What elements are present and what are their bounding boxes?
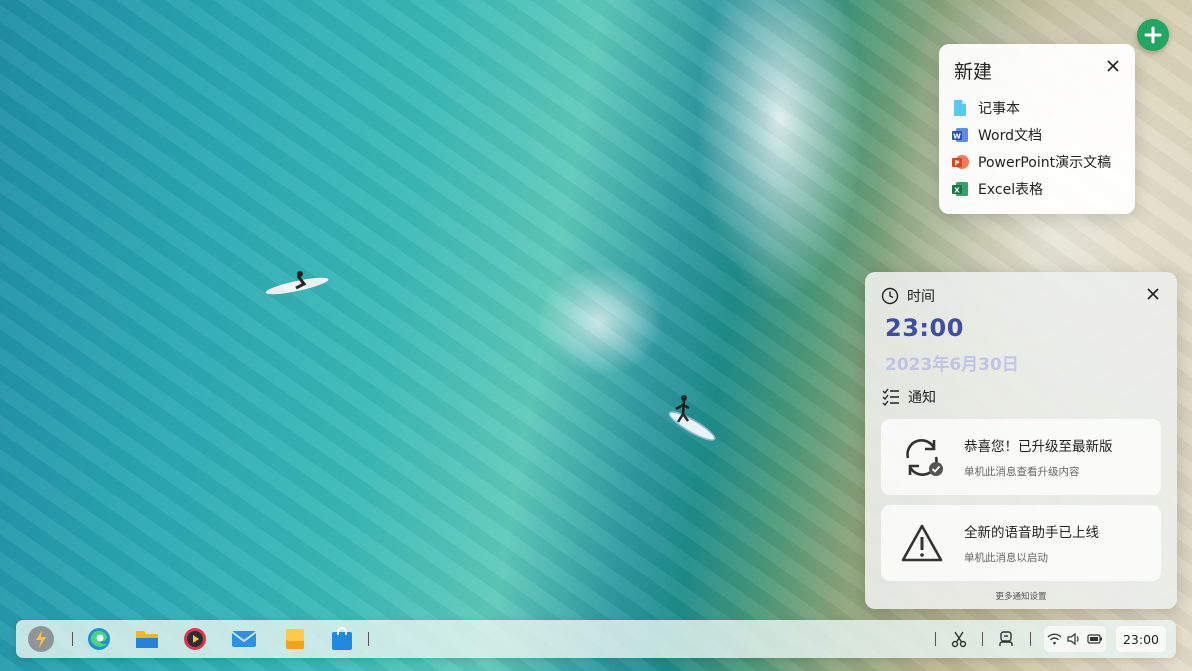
checklist-icon xyxy=(882,388,899,406)
new-panel-title: 新建 xyxy=(954,61,993,83)
notes-icon xyxy=(286,629,304,649)
svg-text:W: W xyxy=(953,132,961,140)
taskbar-app-store[interactable] xyxy=(328,625,356,653)
taskbar-app-files[interactable] xyxy=(133,625,161,653)
notification-title: 恭喜您！已升级至最新版 xyxy=(964,439,1113,455)
notification-card-assistant[interactable]: 全新的语音助手已上线 单机此消息以启动 xyxy=(881,505,1161,581)
battery-icon xyxy=(1087,634,1103,644)
taskbar-separator xyxy=(935,632,936,646)
new-notepad-label: 记事本 xyxy=(978,100,1020,117)
new-file-panel: 新建 记事本 W Word文档 P PowerPoint演示文稿 X Excel… xyxy=(939,44,1135,214)
new-powerpoint-item[interactable]: P PowerPoint演示文稿 xyxy=(951,148,1111,175)
new-word-item[interactable]: W Word文档 xyxy=(951,121,1111,148)
time-section-title: 时间 xyxy=(907,289,935,305)
new-file-list: 记事本 W Word文档 P PowerPoint演示文稿 X Excel表格 xyxy=(951,94,1111,202)
media-player-icon xyxy=(184,628,206,650)
svg-text:P: P xyxy=(954,159,959,167)
new-powerpoint-label: PowerPoint演示文稿 xyxy=(978,154,1112,171)
taskbar-app-notes[interactable] xyxy=(281,625,309,653)
time-notification-panel: 时间 23:00 2023年6月30日 通知 恭喜您！已升级至最新版 单机此消息… xyxy=(865,272,1177,609)
taskbar-separator xyxy=(368,632,369,646)
screenshot-icon xyxy=(951,631,967,648)
close-icon[interactable] xyxy=(1106,59,1120,73)
clock-icon xyxy=(881,287,899,305)
new-excel-item[interactable]: X Excel表格 xyxy=(951,175,1111,202)
word-icon: W xyxy=(952,127,968,142)
new-notepad-item[interactable]: 记事本 xyxy=(951,94,1111,121)
warning-icon xyxy=(901,524,943,562)
taskbar-separator xyxy=(982,632,983,646)
launcher-button[interactable] xyxy=(27,625,55,653)
file-manager-icon xyxy=(136,631,158,648)
powerpoint-icon: P xyxy=(952,154,969,169)
store-icon xyxy=(332,627,352,650)
clock-time: 23:00 xyxy=(885,314,964,342)
notification-section-title: 通知 xyxy=(908,390,936,406)
new-word-label: Word文档 xyxy=(978,127,1042,144)
volume-icon xyxy=(1067,633,1080,645)
taskbar-app-browser[interactable] xyxy=(85,625,113,653)
update-sync-icon xyxy=(906,439,943,476)
more-notification-settings-link[interactable]: 更多通知设置 xyxy=(865,590,1177,602)
excel-icon: X xyxy=(952,181,968,196)
taskbar-clock[interactable]: 23:00 xyxy=(1116,626,1166,652)
wifi-icon xyxy=(1047,633,1062,645)
taskbar-app-mail[interactable] xyxy=(230,625,258,653)
notification-title: 全新的语音助手已上线 xyxy=(964,525,1099,541)
time-section-header: 时间 xyxy=(881,286,935,306)
surfer-left-image xyxy=(265,271,329,295)
system-tray[interactable] xyxy=(1044,626,1106,652)
taskbar-app-media[interactable] xyxy=(181,625,209,653)
close-icon[interactable] xyxy=(1146,287,1160,301)
taskbar: 23:00 xyxy=(16,620,1176,658)
taskbar-separator xyxy=(1030,632,1031,646)
surfer-right-image xyxy=(668,395,716,441)
mail-icon xyxy=(231,631,257,647)
notification-subtitle: 单机此消息查看升级内容 xyxy=(964,466,1080,478)
notepad-icon xyxy=(954,99,966,116)
new-excel-label: Excel表格 xyxy=(978,181,1044,198)
notification-card-update[interactable]: 恭喜您！已升级至最新版 单机此消息查看升级内容 xyxy=(881,419,1161,495)
assistant-icon xyxy=(999,631,1013,646)
taskbar-separator xyxy=(72,632,73,646)
voice-assistant-button[interactable] xyxy=(992,625,1020,653)
svg-text:X: X xyxy=(954,186,960,194)
notification-subtitle: 单机此消息以启动 xyxy=(964,552,1048,564)
clock-date: 2023年6月30日 xyxy=(885,355,1019,375)
add-new-button[interactable] xyxy=(1137,19,1169,51)
edge-browser-icon xyxy=(88,628,110,650)
launcher-icon xyxy=(28,626,54,652)
notification-section-header: 通知 xyxy=(882,387,936,407)
screenshot-button[interactable] xyxy=(945,625,973,653)
plus-icon xyxy=(1144,26,1162,44)
